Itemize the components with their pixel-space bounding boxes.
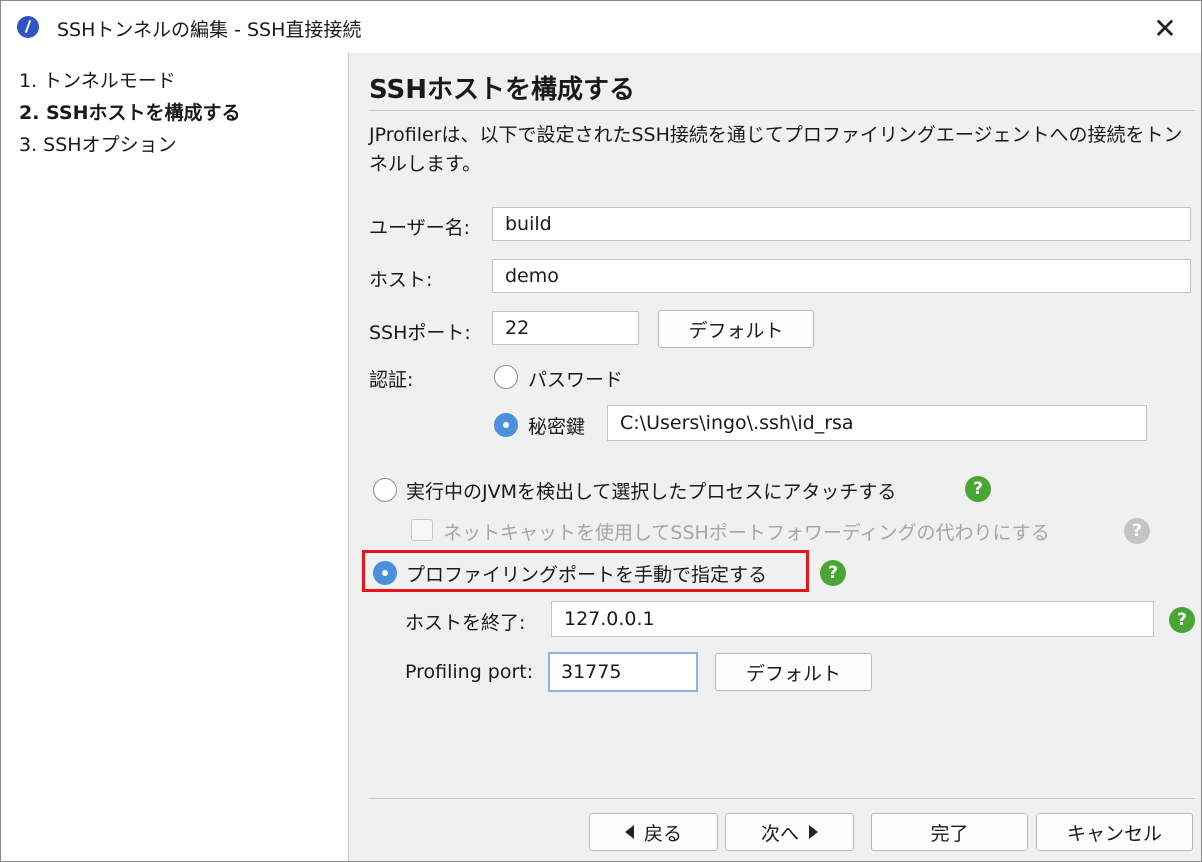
title-divider (369, 110, 1195, 111)
profiling-port-field[interactable]: 31775 (548, 652, 698, 692)
private-key-radio-label[interactable]: 秘密鍵 (528, 412, 585, 439)
next-button[interactable]: 次へ (725, 813, 854, 851)
window-title: SSHトンネルの編集 - SSH直接接続 (57, 19, 362, 41)
finish-button-label: 完了 (930, 822, 969, 845)
host-field[interactable]: demo (492, 259, 1191, 293)
host-label: ホスト: (369, 269, 433, 291)
footer-divider (369, 798, 1195, 799)
description-text: JProfilerは、以下で設定されたSSH接続を通じてプロファイリングエージェ… (369, 124, 1183, 175)
profiling-port-default-button[interactable]: デフォルト (715, 653, 872, 691)
private-key-radio[interactable] (494, 413, 518, 437)
profiling-port-label: Profiling port: (405, 661, 534, 683)
end-host-label: ホストを終了: (405, 612, 526, 634)
end-host-field[interactable]: 127.0.0.1 (551, 601, 1154, 637)
end-host-help-icon[interactable]: ? (1169, 607, 1195, 633)
private-key-path-field[interactable]: C:\Users\ingo\.ssh\id_rsa (607, 405, 1147, 441)
password-radio[interactable] (494, 365, 518, 389)
ssh-port-default-label: デフォルト (688, 319, 784, 342)
manual-port-label[interactable]: プロファイリングポートを手動で指定する (406, 560, 767, 587)
attach-running-jvm-radio[interactable] (373, 478, 397, 502)
step-tunnel-mode[interactable]: 1. トンネルモード (19, 66, 176, 93)
password-radio-label[interactable]: パスワード (528, 365, 623, 392)
cancel-button-label: キャンセル (1066, 822, 1162, 845)
step-configure-ssh-host[interactable]: 2. SSHホストを構成する (19, 98, 240, 125)
next-button-label: 次へ (760, 822, 799, 845)
netcat-help-icon: ? (1124, 518, 1150, 544)
jprofiler-app-icon (17, 16, 39, 38)
title-bar: SSHトンネルの編集 - SSH直接接続 ✕ (1, 1, 1201, 53)
wizard-content-panel: SSHホストを構成する JProfilerは、以下で設定されたSSH接続を通じて… (349, 53, 1201, 861)
netcat-label: ネットキャットを使用してSSHポートフォワーディングの代わりにする (443, 522, 1050, 544)
page-title: SSHホストを構成する (369, 75, 636, 105)
attach-running-jvm-label[interactable]: 実行中のJVMを検出して選択したプロセスにアタッチする (406, 477, 896, 504)
step-ssh-options[interactable]: 3. SSHオプション (19, 130, 177, 157)
cancel-button[interactable]: キャンセル (1036, 813, 1193, 851)
wizard-steps-panel: 1. トンネルモード 2. SSHホストを構成する 3. SSHオプション (1, 53, 349, 861)
back-button[interactable]: 戻る (589, 813, 718, 851)
manual-port-radio[interactable] (373, 561, 397, 585)
dialog-window: SSHトンネルの編集 - SSH直接接続 ✕ 1. トンネルモード 2. SSH… (0, 0, 1202, 862)
next-arrow-icon (809, 825, 818, 839)
close-icon[interactable]: ✕ (1141, 9, 1189, 47)
ssh-port-label: SSHポート: (369, 322, 471, 344)
manual-port-help-icon[interactable]: ? (820, 560, 846, 586)
ssh-port-field[interactable]: 22 (492, 311, 639, 345)
auth-label: 認証: (369, 369, 414, 391)
username-label: ユーザー名: (369, 217, 471, 239)
ssh-port-default-button[interactable]: デフォルト (658, 310, 814, 348)
back-arrow-icon (624, 825, 634, 839)
back-button-label: 戻る (643, 822, 682, 845)
netcat-checkbox (411, 519, 433, 541)
attach-help-icon[interactable]: ? (965, 476, 991, 502)
username-field[interactable]: build (492, 207, 1191, 241)
profiling-port-default-label: デフォルト (745, 662, 841, 685)
finish-button[interactable]: 完了 (871, 813, 1028, 851)
